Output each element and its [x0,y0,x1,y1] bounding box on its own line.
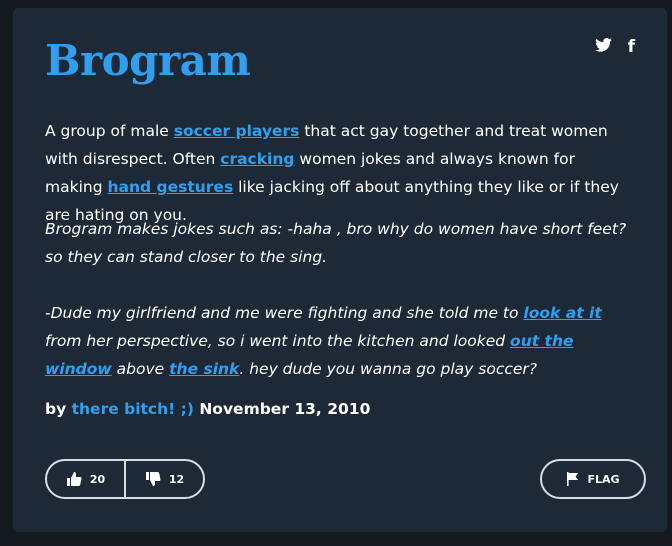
author-link[interactable]: there bitch! ;) [72,400,194,418]
facebook-icon[interactable]: f [628,38,635,56]
thumbs-up-icon [66,472,82,486]
share-buttons: f [594,38,635,56]
by-label: by [45,400,67,418]
meaning-text-1: A group of male [45,122,174,140]
vote-buttons: 20 12 [45,459,205,499]
example-text-2: from her perspective, so i went into the… [45,332,511,350]
flag-label: FLAG [587,472,620,486]
meaning-link-soccer-players[interactable]: soccer players [174,122,300,140]
example-text-4: . hey dude you wanna go play soccer? [239,360,538,378]
example-text-1: -Dude my girlfriend and me were fighting… [45,304,524,322]
word-title[interactable]: Brogram [45,36,251,85]
meaning-link-hand-gestures[interactable]: hand gestures [107,178,233,196]
meaning-link-cracking[interactable]: cracking [220,150,294,168]
example-paragraph-2: -Dude my girlfriend and me were fighting… [45,299,630,383]
upvote-button[interactable]: 20 [47,461,124,497]
upvote-count: 20 [89,472,106,486]
example-text-3: above [111,360,170,378]
example-text: Brogram makes jokes such as: -haha , bro… [45,215,630,383]
flag-button[interactable]: FLAG [540,459,646,499]
meaning-text: A group of male soccer players that act … [45,117,630,229]
contributor-line: by there bitch! ;) November 13, 2010 [45,400,370,418]
definition-card: Brogram f A group of male soccer players… [13,8,667,532]
downvote-count: 12 [168,472,185,486]
flag-icon [567,472,579,486]
example-paragraph-1: Brogram makes jokes such as: -haha , bro… [45,220,627,266]
thumbs-down-icon [145,472,161,486]
example-link-look-at-it[interactable]: look at it [523,304,601,322]
post-date: November 13, 2010 [199,400,371,418]
example-spacer [45,271,630,299]
twitter-icon[interactable] [594,38,612,56]
example-link-the-sink[interactable]: the sink [169,360,239,378]
downvote-button[interactable]: 12 [124,461,203,497]
